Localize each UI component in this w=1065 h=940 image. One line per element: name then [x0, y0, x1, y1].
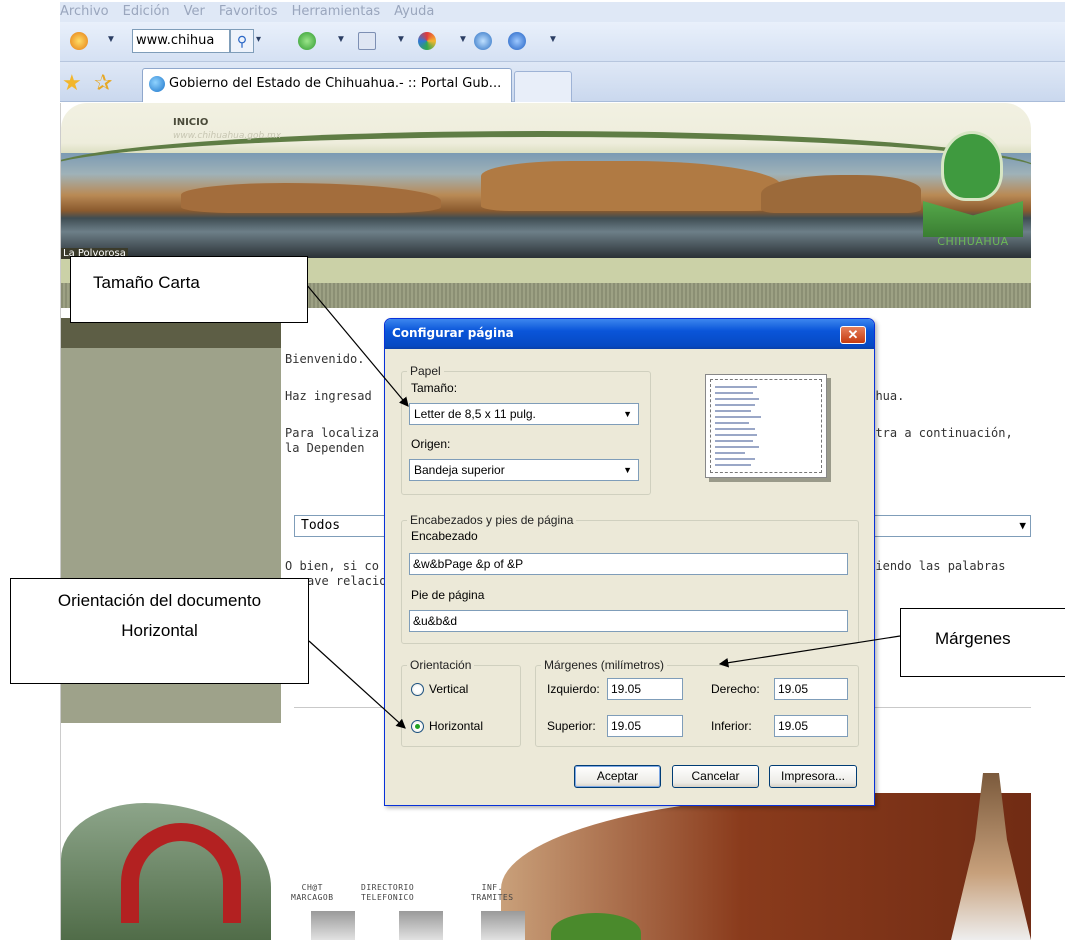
impresora-button[interactable]: Impresora... — [769, 765, 857, 788]
footer-link-chat[interactable]: CH@T MARCAGOB — [291, 883, 334, 903]
callout-tamano-text: Tamaño Carta — [93, 273, 200, 292]
menu-archivo[interactable]: Archivo — [60, 2, 109, 22]
instructions-text-right: estra a continuación, — [861, 426, 1013, 440]
messenger-icon[interactable] — [70, 32, 88, 50]
inicio-link[interactable]: INICIO — [173, 117, 208, 128]
select-value: Todos — [301, 518, 341, 533]
izquierdo-label: Izquierdo: — [547, 682, 600, 696]
menu-edicion[interactable]: Edición — [123, 2, 170, 22]
encabezados-legend: Encabezados y pies de página — [407, 513, 577, 527]
colorful-butterfly-icon[interactable] — [418, 32, 436, 50]
chevron-down-icon[interactable]: ▼ — [106, 34, 116, 45]
close-button[interactable]: ✕ — [840, 326, 866, 344]
aceptar-button[interactable]: Aceptar — [574, 765, 661, 788]
welcome-text: Bienvenido. — [285, 352, 365, 366]
chevron-down-icon[interactable]: ▼ — [336, 34, 346, 45]
chat-thumb-image[interactable] — [311, 911, 355, 940]
chevron-down-icon: ▼ — [1019, 519, 1026, 532]
shield-icon — [941, 131, 1003, 201]
callout-orientacion-line2: Horizontal — [121, 621, 198, 640]
instructions-text: Para localiza — [285, 426, 379, 440]
menu-ayuda[interactable]: Ayuda — [394, 2, 434, 22]
favorites-star-icon[interactable]: ★ — [62, 70, 82, 96]
vertical-radio[interactable] — [411, 683, 424, 696]
inferior-label: Inferior: — [711, 719, 752, 733]
menu-ver[interactable]: Ver — [184, 2, 205, 22]
instructions-text-2: la Dependen — [285, 441, 365, 455]
origen-select[interactable]: Bandeja superior ▼ — [409, 459, 639, 481]
derecho-input[interactable]: 19.05 — [774, 678, 848, 700]
add-favorite-icon[interactable]: ✰ — [94, 70, 112, 96]
dialog-title: Configurar página — [392, 326, 514, 340]
tab-title: Gobierno del Estado de Chihuahua.- :: Po… — [169, 76, 502, 91]
menu-herramientas[interactable]: Herramientas — [292, 2, 381, 22]
tamano-select[interactable]: Letter de 8,5 x 11 pulg. ▼ — [409, 403, 639, 425]
window-icon[interactable] — [358, 32, 376, 50]
tamano-label: Tamaño: — [411, 381, 458, 395]
callout-tamano-carta: Tamaño Carta — [70, 256, 308, 323]
footer-link-tramites[interactable]: INF. TRAMITES — [471, 883, 514, 903]
intro-text: Haz ingresad — [285, 389, 372, 403]
superior-input[interactable]: 19.05 — [607, 715, 683, 737]
arch-sculpture-image — [61, 803, 271, 940]
browser-menu-bar: Archivo Edición Ver Favoritos Herramient… — [60, 2, 1065, 22]
vertical-label[interactable]: Vertical — [429, 682, 468, 696]
derecho-label: Derecho: — [711, 682, 760, 696]
site-url: www.chihuahua.gob.mx — [173, 131, 282, 141]
directory-thumb-image[interactable] — [399, 911, 443, 940]
callout-orientacion: Orientación del documento Horizontal — [10, 578, 309, 684]
browser-tab-bar: ★ ✰ Gobierno del Estado de Chihuahua.- :… — [60, 62, 1065, 102]
dialog-title-bar[interactable]: Configurar página ✕ — [385, 319, 874, 349]
chevron-down-icon: ▼ — [623, 465, 632, 475]
new-tab-button[interactable] — [514, 71, 572, 102]
search-text-right: uciendo las palabras — [861, 559, 1006, 573]
tramites-thumb-image[interactable] — [481, 911, 525, 940]
callout-orientacion-line1: Orientación del documento — [57, 591, 262, 610]
page-preview — [705, 374, 827, 478]
seal-text: CHIHUAHUA — [937, 235, 1009, 248]
callout-margenes: Márgenes — [900, 608, 1065, 677]
settings-icon[interactable] — [474, 32, 492, 50]
chevron-down-icon[interactable]: ▼ — [458, 34, 468, 45]
margenes-legend: Márgenes (milímetros) — [541, 658, 668, 672]
ie-icon — [149, 76, 165, 92]
inferior-input[interactable]: 19.05 — [774, 715, 848, 737]
page-setup-dialog: Configurar página ✕ Papel Tamaño: Letter… — [384, 318, 875, 806]
browser-tab[interactable]: Gobierno del Estado de Chihuahua.- :: Po… — [142, 68, 512, 102]
encabezado-input[interactable]: &w&bPage &p of &P — [409, 553, 848, 575]
izquierdo-input[interactable]: 19.05 — [607, 678, 683, 700]
encabezado-label: Encabezado — [411, 529, 478, 543]
papel-legend: Papel — [407, 364, 444, 378]
chevron-down-icon[interactable]: ▼ — [396, 34, 406, 45]
superior-label: Superior: — [547, 719, 596, 733]
chevron-down-icon[interactable]: ▼ — [548, 34, 558, 45]
origen-value: Bandeja superior — [414, 463, 505, 477]
search-icon[interactable]: ⚲ — [230, 29, 254, 53]
orientacion-group: Orientación — [401, 658, 521, 747]
chevron-down-icon[interactable]: ▾ — [256, 34, 261, 45]
help-icon[interactable] — [508, 32, 526, 50]
footer-link-directorio[interactable]: DIRECTORIO TELEFONICO — [361, 883, 414, 903]
search-text: O bien, si co — [285, 559, 379, 573]
orientacion-legend: Orientación — [407, 658, 475, 672]
state-seal-logo: CHIHUAHUA — [923, 131, 1023, 251]
chevron-down-icon: ▼ — [623, 409, 632, 419]
horizontal-label[interactable]: Horizontal — [429, 719, 483, 733]
address-bar[interactable]: www.chihua — [132, 29, 230, 53]
origen-label: Origen: — [411, 437, 451, 451]
pie-label: Pie de página — [411, 588, 485, 602]
search-text-2: ave relacio — [307, 574, 387, 588]
horizontal-radio[interactable] — [411, 720, 424, 733]
add-icon[interactable] — [298, 32, 316, 50]
tamano-value: Letter de 8,5 x 11 pulg. — [414, 407, 536, 421]
cancelar-button[interactable]: Cancelar — [672, 765, 759, 788]
browser-toolbar: ▼ www.chihua ⚲ ▾ ▼ ▼ ▼ ▼ — [60, 22, 1065, 62]
callout-margenes-text: Márgenes — [935, 629, 1011, 648]
menu-favoritos[interactable]: Favoritos — [219, 2, 278, 22]
pie-input[interactable]: &u&b&d — [409, 610, 848, 632]
